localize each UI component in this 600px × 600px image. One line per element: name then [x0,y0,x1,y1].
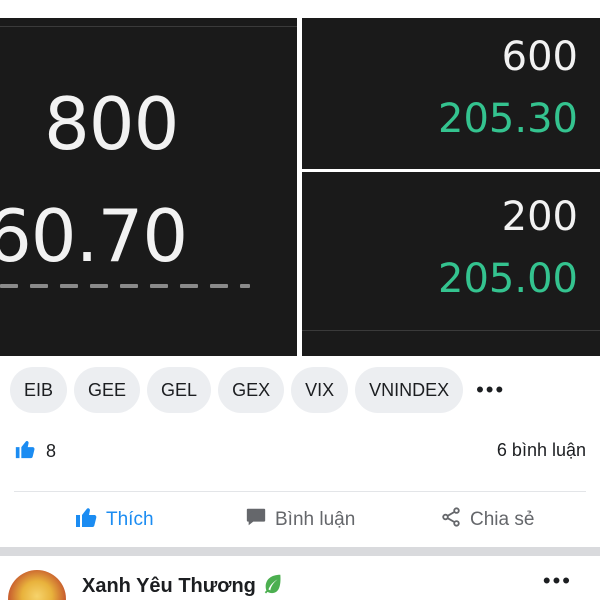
reactions-summary: 8 6 bình luận [14,436,586,466]
like-button[interactable]: Thích [74,500,154,540]
comment-button-label: Bình luận [275,509,356,530]
stock-tags: EIB GEE GEL GEX VIX VNINDEX ••• [10,367,505,413]
thumbs-up-icon [74,505,98,535]
like-count-value: 8 [46,441,57,461]
right-volume-2: 200 [501,194,578,240]
panel-divider [0,26,297,27]
leaf-icon [262,572,284,600]
share-button-label: Chia sẻ [470,509,535,530]
tag-gex[interactable]: GEX [218,367,285,413]
thumbs-up-icon [14,438,36,465]
right-price-2: 205.00 [438,256,578,302]
more-icon[interactable]: ••• [543,568,572,594]
author-name[interactable]: Xanh Yêu Thương [82,572,284,600]
like-button-label: Thích [106,509,154,530]
avatar[interactable] [8,570,66,600]
comment-count[interactable]: 6 bình luận [497,440,586,461]
tag-vnindex[interactable]: VNINDEX [355,367,464,413]
right-price-1: 205.30 [438,96,578,142]
author-name-text: Xanh Yêu Thương [82,574,256,597]
more-tags-icon[interactable]: ••• [470,377,505,403]
panel-divider [302,330,600,331]
share-button[interactable]: Chia sẻ [440,500,534,540]
post-separator [0,547,600,556]
order-book-right-top: 600 205.30 [302,18,600,169]
left-price: 60.70 [0,194,188,278]
like-count[interactable]: 8 [14,438,56,465]
comment-icon [245,506,267,534]
share-icon [440,506,462,534]
next-post-header: Xanh Yêu Thương ••• [0,556,600,600]
order-book-left-panel: 800 60.70 [0,18,297,356]
tag-gel[interactable]: GEL [147,367,212,413]
dashed-line [0,284,250,288]
tag-eib[interactable]: EIB [10,367,68,413]
right-volume-1: 600 [501,34,578,80]
tag-vix[interactable]: VIX [291,367,349,413]
action-bar: Thích Bình luận Chia sẻ [0,500,600,540]
comment-button[interactable]: Bình luận [245,500,355,540]
divider [14,491,586,492]
left-volume: 800 [44,82,179,166]
order-book-right-bottom: 200 205.00 [302,172,600,356]
tag-gee[interactable]: GEE [74,367,141,413]
order-book-image: 800 60.70 600 205.30 200 205.00 [0,0,600,356]
